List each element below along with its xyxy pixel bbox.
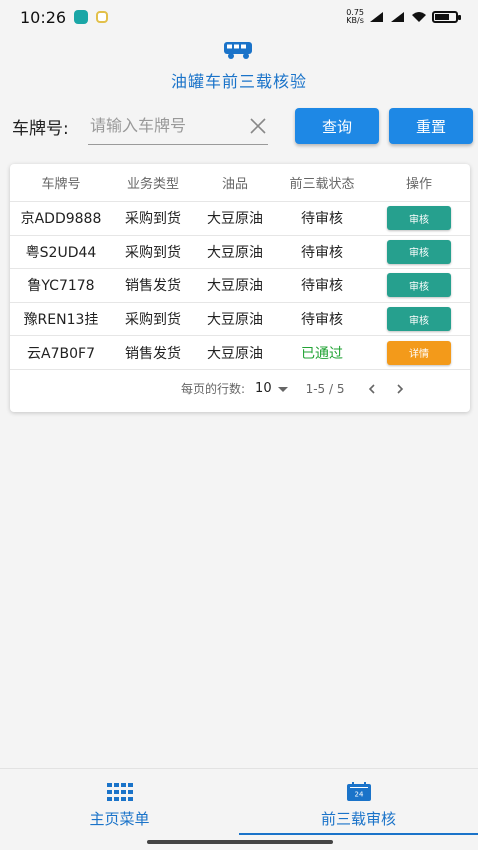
page-header: 油罐车前三载核验 [0,40,478,92]
cell-status: 已通过 [301,345,343,362]
cell-plate: 鲁YC7178 [27,278,95,295]
cell-status: 待审核 [301,211,343,228]
cell-status: 待审核 [301,312,343,329]
page-range: 1-5 / 5 [305,381,345,396]
notification-app-icon [74,10,89,24]
rows-per-page-select[interactable]: 10 [255,381,272,396]
cell-plate: 粤S2UD44 [25,244,97,261]
cell-oil: 大豆原油 [207,244,263,261]
search-bar: 车牌号: 查询 重置 [12,106,473,146]
cell-status: 待审核 [301,278,343,295]
nav-label-home-menu: 主页菜单 [89,810,150,828]
cell-status: 待审核 [301,244,343,261]
cell-business: 采购到货 [125,211,181,228]
next-page-icon[interactable] [385,382,415,396]
van-icon [224,42,252,59]
review-button[interactable]: 审核 [387,206,451,231]
status-bar: 10:26 0.75 KB/s [0,0,478,34]
cell-oil: 大豆原油 [207,312,263,329]
page-title: 油罐车前三载核验 [170,72,307,91]
plate-search-input[interactable] [88,116,238,135]
cell-plate: 京ADD9888 [20,211,102,228]
network-speed: 0.75 KB/s [346,8,364,25]
signal-icon [370,12,383,22]
review-button[interactable]: 审核 [387,273,451,298]
detail-button[interactable]: 详情 [387,340,451,365]
nav-item-home-menu[interactable]: 主页菜单 [0,769,239,835]
plate-label: 车牌号: [12,118,69,139]
cell-plate: 豫REN13挂 [23,312,99,329]
review-button[interactable]: 审核 [387,307,451,332]
cell-business: 销售发货 [125,345,181,362]
plate-search-field[interactable] [88,107,268,145]
table-row: 京ADD9888 采购到货 大豆原油 待审核 审核 [10,202,470,236]
column-header-status: 前三载状态 [289,177,355,192]
grid-menu-icon [106,783,133,801]
table-row: 粤S2UD44 采购到货 大豆原油 待审核 审核 [10,236,470,270]
nav-label-review: 前三载审核 [320,810,396,828]
table-header: 车牌号 业务类型 油品 前三载状态 操作 [10,164,470,202]
table-row: 鲁YC7178 销售发货 大豆原油 待审核 审核 [10,269,470,303]
cell-business: 销售发货 [125,278,181,295]
clear-icon[interactable] [248,116,268,136]
cell-oil: 大豆原油 [207,211,263,228]
reset-button[interactable]: 重置 [389,108,473,144]
notification-app-icon-2 [96,11,109,23]
rows-per-page-label: 每页的行数: [181,382,246,397]
column-header-plate: 车牌号 [41,177,81,192]
column-header-oil: 油品 [221,177,248,192]
wifi-icon [412,12,426,22]
pagination: 每页的行数: 10 1-5 / 5 [10,370,470,408]
svg-text:24: 24 [354,791,363,799]
cell-oil: 大豆原油 [207,345,263,362]
cell-plate: 云A7B0F7 [27,345,95,362]
table-row: 豫REN13挂 采购到货 大豆原油 待审核 审核 [10,303,470,337]
signal-icon-2 [391,12,404,22]
column-header-business: 业务类型 [126,177,179,192]
previous-page-icon[interactable] [345,382,385,396]
chevron-down-icon[interactable] [272,382,294,396]
bottom-nav: 主页菜单 24 前三载审核 [0,768,478,850]
column-header-action: 操作 [405,177,432,192]
cell-business: 采购到货 [125,312,181,329]
vehicle-table: 车牌号 业务类型 油品 前三载状态 操作 京ADD9888 采购到货 大豆原油 … [10,164,470,412]
nav-item-review[interactable]: 24 前三载审核 [239,769,478,835]
query-button[interactable]: 查询 [295,108,379,144]
cell-oil: 大豆原油 [207,278,263,295]
battery-icon [432,11,461,23]
status-time: 10:26 [20,7,67,27]
table-row: 云A7B0F7 销售发货 大豆原油 已通过 详情 [10,336,470,370]
calendar-24-icon: 24 [346,782,371,801]
cell-business: 采购到货 [125,244,181,261]
review-button[interactable]: 审核 [387,239,451,264]
home-indicator[interactable] [147,840,333,844]
